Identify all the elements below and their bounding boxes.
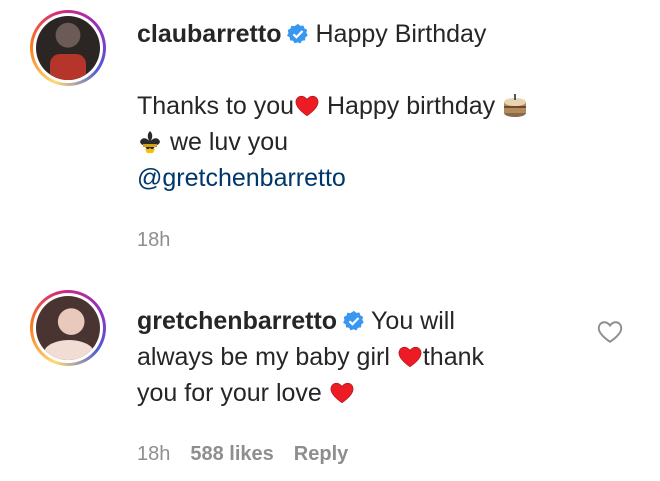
comment-body: gretchenbarretto You will always be my ba…	[137, 303, 484, 411]
avatar[interactable]	[30, 10, 106, 86]
comment-text: always be my baby girl	[137, 343, 390, 371]
comment-item: gretchenbarretto You will always be my ba…	[0, 285, 660, 481]
like-heart-icon[interactable]	[597, 320, 623, 344]
likes-count[interactable]: 588 likes	[190, 443, 273, 465]
timestamp: 18h	[137, 229, 171, 251]
username[interactable]: gretchenbarretto	[137, 307, 337, 335]
reply-button[interactable]: Reply	[294, 443, 348, 465]
birthday-cake-icon	[504, 94, 527, 117]
timestamp: 18h	[137, 443, 171, 465]
comment-text: thank	[422, 343, 485, 371]
comment-text: we luv you	[169, 128, 289, 156]
comment-text: Happy Birthday	[315, 20, 487, 48]
mention-link[interactable]: @gretchenbarretto	[137, 164, 346, 192]
verified-badge-icon	[287, 23, 309, 44]
avatar[interactable]	[30, 290, 106, 366]
red-heart-icon	[330, 382, 354, 404]
comment-header: claubarretto Happy Birthday	[137, 16, 486, 52]
red-heart-icon	[398, 346, 422, 368]
comment-meta: 18h 588 likes Reply	[137, 443, 368, 466]
username[interactable]: claubarretto	[137, 20, 281, 48]
comment-body: Thanks to you Happy birthday we luv you …	[137, 88, 528, 196]
verified-badge-icon	[343, 310, 364, 331]
fleur-de-lis-icon	[140, 131, 160, 153]
comment-text: you for your love	[137, 379, 322, 407]
comment-text: Thanks to you	[137, 92, 295, 120]
comment-meta: 18h	[137, 229, 190, 252]
red-heart-icon	[295, 95, 319, 117]
comment-text: You will	[371, 307, 455, 335]
comment-item: claubarretto Happy Birthday Thanks to you…	[0, 0, 660, 260]
comment-text: Happy birthday	[326, 92, 496, 120]
